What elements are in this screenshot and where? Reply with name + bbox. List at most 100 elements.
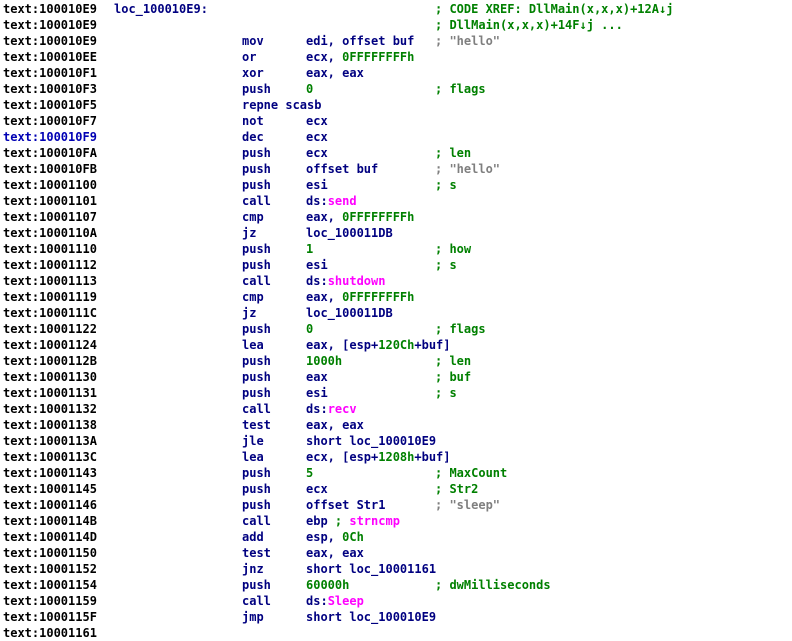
line-address[interactable]: text:10001150 [3, 545, 97, 561]
code-line[interactable]: text:100010E9 loc_100010E9: ; CODE XREF: D… [0, 1, 792, 17]
instruction-mnemonic[interactable]: test [242, 545, 271, 561]
instruction-mnemonic[interactable]: dec [242, 129, 264, 145]
instruction-operand[interactable]: esp, 0Ch [306, 529, 364, 545]
code-line[interactable]: text:10001101 call ds:send [0, 193, 792, 209]
code-line[interactable]: text:10001107 cmp eax, 0FFFFFFFFh [0, 209, 792, 225]
operand-import-name[interactable]: shutdown [328, 274, 386, 288]
instruction-mnemonic[interactable]: xor [242, 65, 264, 81]
code-line[interactable]: text:100010F1 xor eax, eax [0, 65, 792, 81]
instruction-mnemonic[interactable]: push [242, 481, 271, 497]
instruction-operand[interactable]: ds:recv [306, 401, 357, 417]
instruction-mnemonic[interactable]: add [242, 529, 264, 545]
instruction-mnemonic[interactable]: call [242, 401, 271, 417]
instruction-mnemonic[interactable]: push [242, 321, 271, 337]
line-address[interactable]: text:1000113C [3, 449, 97, 465]
line-address[interactable]: text:1000112B [3, 353, 97, 369]
instruction-mnemonic[interactable]: call [242, 593, 271, 609]
code-line[interactable]: text:10001100 push esi ; s [0, 177, 792, 193]
instruction-operand[interactable]: ds:shutdown [306, 273, 385, 289]
instruction-operand[interactable]: loc_100011DB [306, 305, 393, 321]
instruction-operand[interactable]: esi [306, 385, 328, 401]
instruction-mnemonic[interactable]: push [242, 161, 271, 177]
code-line[interactable]: text:100010FB push offset buf ; "hello" [0, 161, 792, 177]
line-address[interactable]: text:1000113A [3, 433, 97, 449]
instruction-mnemonic[interactable]: jz [242, 305, 256, 321]
instruction-mnemonic[interactable]: push [242, 353, 271, 369]
instruction-operand[interactable]: edi, offset buf [306, 33, 414, 49]
code-line[interactable]: text:1000114D add esp, 0Ch [0, 529, 792, 545]
line-address[interactable]: text:100010EE [3, 49, 97, 65]
line-address[interactable]: text:10001145 [3, 481, 97, 497]
code-line[interactable]: text:100010E9 mov edi, offset buf ; "hello" [0, 33, 792, 49]
instruction-mnemonic[interactable]: lea [242, 337, 264, 353]
code-line[interactable]: text:100010F3 push 0 ; flags [0, 81, 792, 97]
line-address[interactable]: text:10001138 [3, 417, 97, 433]
instruction-operand[interactable]: ds:send [306, 193, 357, 209]
instruction-operand[interactable]: esi [306, 177, 328, 193]
line-address[interactable]: text:10001100 [3, 177, 97, 193]
code-line[interactable]: text:10001130 push eax ; buf [0, 369, 792, 385]
operand-import-name[interactable]: strncmp [349, 514, 400, 528]
line-address[interactable]: text:10001101 [3, 193, 97, 209]
instruction-operand[interactable]: offset buf [306, 161, 378, 177]
code-line[interactable]: text:100010EE or ecx, 0FFFFFFFFh [0, 49, 792, 65]
code-line[interactable]: text:100010F7 not ecx [0, 113, 792, 129]
code-line[interactable]: text:1000111C jz loc_100011DB [0, 305, 792, 321]
instruction-mnemonic[interactable]: jnz [242, 561, 264, 577]
instruction-operand[interactable]: ebp ; strncmp [306, 513, 400, 529]
code-line[interactable]: text:10001145 push ecx ; Str2 [0, 481, 792, 497]
instruction-mnemonic[interactable]: call [242, 273, 271, 289]
code-line[interactable]: text:1000113C lea ecx, [esp+1208h+buf] [0, 449, 792, 465]
line-address[interactable]: text:10001132 [3, 401, 97, 417]
instruction-mnemonic[interactable]: push [242, 497, 271, 513]
code-line[interactable]: text:10001131 push esi ; s [0, 385, 792, 401]
code-line[interactable]: text:10001150 test eax, eax [0, 545, 792, 561]
line-address[interactable]: text:10001146 [3, 497, 97, 513]
instruction-operand[interactable]: short loc_100010E9 [306, 433, 436, 449]
instruction-operand[interactable]: 5 [306, 465, 313, 481]
instruction-operand[interactable]: ecx, 0FFFFFFFFh [306, 49, 414, 65]
code-line[interactable]: text:100010F5 repne scasb [0, 97, 792, 113]
instruction-mnemonic[interactable]: push [242, 577, 271, 593]
instruction-operand[interactable]: eax, 0FFFFFFFFh [306, 209, 414, 225]
line-address[interactable]: text:10001143 [3, 465, 97, 481]
line-address[interactable]: text:1000114B [3, 513, 97, 529]
code-line[interactable]: text:10001122 push 0 ; flags [0, 321, 792, 337]
instruction-mnemonic[interactable]: test [242, 417, 271, 433]
code-label[interactable]: loc_100010E9: [114, 1, 208, 17]
instruction-mnemonic[interactable]: jmp [242, 609, 264, 625]
code-line[interactable]: text:1000113A jle short loc_100010E9 [0, 433, 792, 449]
line-address[interactable]: text:100010E9 [3, 1, 97, 17]
instruction-mnemonic[interactable]: push [242, 177, 271, 193]
line-address[interactable]: text:1000115F [3, 609, 97, 625]
instruction-operand[interactable]: 60000h [306, 577, 349, 593]
instruction-operand[interactable]: short loc_10001161 [306, 561, 436, 577]
instruction-mnemonic[interactable]: push [242, 465, 271, 481]
code-line[interactable]: text:10001152 jnz short loc_10001161 [0, 561, 792, 577]
line-address[interactable]: text:100010E9 [3, 17, 97, 33]
code-line[interactable]: text:100010E9 ; DllMain(x,x,x)+14F↓j ... [0, 17, 792, 33]
instruction-operand[interactable]: ecx [306, 481, 328, 497]
code-line[interactable]: text:10001154 push 60000h ; dwMilliseconds [0, 577, 792, 593]
line-address[interactable]: text:10001161 [3, 625, 97, 641]
instruction-mnemonic[interactable]: cmp [242, 209, 264, 225]
instruction-mnemonic[interactable]: cmp [242, 289, 264, 305]
line-address[interactable]: text:10001113 [3, 273, 97, 289]
code-line[interactable]: text:1000112B push 1000h ; len [0, 353, 792, 369]
instruction-mnemonic[interactable]: jle [242, 433, 264, 449]
instruction-operand[interactable]: esi [306, 257, 328, 273]
operand-import-name[interactable]: recv [328, 402, 357, 416]
code-line[interactable]: text:10001146 push offset Str1 ; "sleep" [0, 497, 792, 513]
instruction-operand[interactable]: eax, 0FFFFFFFFh [306, 289, 414, 305]
instruction-mnemonic[interactable]: not [242, 113, 264, 129]
code-line[interactable]: text:10001143 push 5 ; MaxCount [0, 465, 792, 481]
instruction-operand[interactable]: 0 [306, 321, 313, 337]
instruction-mnemonic[interactable]: or [242, 49, 256, 65]
code-line[interactable]: text:1000114B call ebp ; strncmp [0, 513, 792, 529]
line-address[interactable]: text:10001130 [3, 369, 97, 385]
line-address[interactable]: text:100010E9 [3, 33, 97, 49]
line-address[interactable]: text:10001154 [3, 577, 97, 593]
instruction-mnemonic[interactable]: jz [242, 225, 256, 241]
line-address[interactable]: text:100010F5 [3, 97, 97, 113]
instruction-operand[interactable]: eax, eax [306, 65, 364, 81]
